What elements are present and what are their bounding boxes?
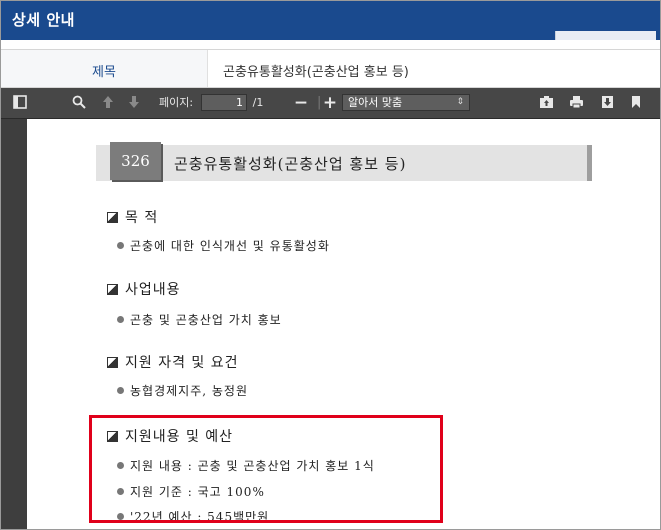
zoom-in-icon[interactable]: +	[321, 93, 339, 113]
previous-page-icon[interactable]	[99, 93, 117, 113]
section-title: 사업내용	[107, 279, 181, 299]
section-square-icon	[107, 212, 118, 223]
search-icon[interactable]	[69, 93, 89, 113]
document-heading: 326 곤충유통활성화(곤충산업 홍보 등)	[96, 142, 592, 181]
page-number-input[interactable]: 1	[201, 94, 247, 111]
heading-number: 326	[110, 142, 161, 180]
titlebar-tab-stub	[555, 31, 656, 40]
pdf-toolbar: 페이지: 1 /1 − | + 알아서 맞춤 ⇕	[1, 88, 660, 119]
section-square-icon	[107, 284, 118, 295]
info-row: 제목 곤충유통활성화(곤충산업 홍보 등)	[1, 49, 660, 88]
print-icon[interactable]	[566, 93, 586, 113]
heading-text: 곤충유통활성화(곤충산업 홍보 등)	[174, 155, 407, 173]
page-total: /1	[252, 96, 264, 109]
presentation-mode-icon[interactable]	[536, 93, 556, 113]
download-icon[interactable]	[597, 93, 617, 113]
section-item: 농협경제지주, 농정원	[117, 382, 248, 399]
section-item: 곤충에 대한 인식개선 및 유통활성화	[117, 237, 330, 254]
zoom-out-icon[interactable]: −	[291, 93, 311, 113]
sidebar-toggle-icon[interactable]	[9, 93, 31, 113]
window-title: 상세 안내	[12, 11, 75, 29]
section-item: 곤충 및 곤충산업 가치 홍보	[117, 311, 282, 328]
detail-window: 상세 안내 제목 곤충유통활성화(곤충산업 홍보 등) 페이지: 1 /1 − …	[0, 0, 661, 530]
section-square-icon	[107, 357, 118, 368]
bullet-icon	[117, 242, 124, 249]
info-label: 제목	[92, 65, 116, 80]
bookmark-icon[interactable]	[627, 93, 645, 113]
window-titlebar: 상세 안내	[1, 1, 660, 40]
chevron-updown-icon: ⇕	[456, 97, 464, 107]
zoom-select-value: 알아서 맞춤	[348, 96, 403, 109]
bullet-icon	[117, 387, 124, 394]
section-title: 지원 자격 및 요건	[107, 352, 239, 372]
bullet-icon	[117, 316, 124, 323]
page-label: 페이지:	[158, 96, 194, 109]
section-title: 목 적	[107, 207, 158, 227]
next-page-icon[interactable]	[125, 93, 143, 113]
info-label-cell: 제목	[1, 50, 208, 87]
zoom-select[interactable]: 알아서 맞춤 ⇕	[342, 94, 470, 111]
highlight-box	[89, 415, 443, 523]
info-value: 곤충유통활성화(곤충산업 홍보 등)	[223, 65, 409, 80]
